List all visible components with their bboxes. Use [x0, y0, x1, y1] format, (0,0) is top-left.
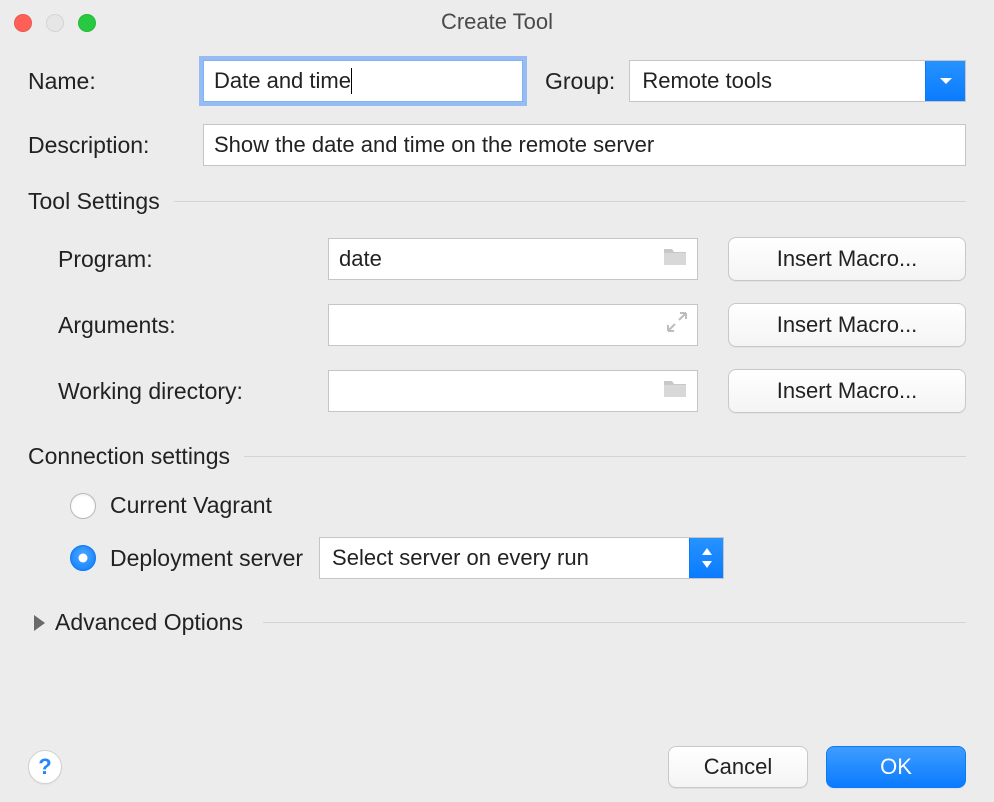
- zoom-window-button[interactable]: [78, 14, 96, 32]
- description-input[interactable]: Show the date and time on the remote ser…: [203, 124, 966, 166]
- folder-icon[interactable]: [662, 377, 688, 405]
- description-value: Show the date and time on the remote ser…: [214, 132, 654, 158]
- connection-settings-title: Connection settings: [28, 443, 230, 470]
- group-value: Remote tools: [630, 61, 925, 101]
- name-input[interactable]: Date and time: [203, 60, 523, 102]
- program-label: Program:: [28, 246, 328, 273]
- deployment-server-select[interactable]: Select server on every run: [319, 537, 724, 579]
- help-button[interactable]: ?: [28, 750, 62, 784]
- radio-deployment-server-label: Deployment server: [110, 545, 303, 572]
- cancel-button[interactable]: Cancel: [668, 746, 808, 788]
- arguments-label: Arguments:: [28, 312, 328, 339]
- window-controls: [14, 14, 96, 32]
- titlebar: Create Tool: [0, 0, 994, 44]
- window-title: Create Tool: [441, 0, 553, 44]
- insert-macro-program-button[interactable]: Insert Macro...: [728, 237, 966, 281]
- dialog-footer: ? Cancel OK: [28, 746, 966, 788]
- close-window-button[interactable]: [14, 14, 32, 32]
- folder-icon[interactable]: [662, 245, 688, 273]
- group-select[interactable]: Remote tools: [629, 60, 966, 102]
- section-divider: [174, 201, 966, 202]
- radio-current-vagrant[interactable]: [70, 493, 96, 519]
- tool-settings-title: Tool Settings: [28, 188, 160, 215]
- advanced-options-title: Advanced Options: [55, 609, 243, 636]
- deployment-server-value: Select server on every run: [320, 538, 689, 578]
- program-input[interactable]: date: [328, 238, 698, 280]
- chevron-down-icon: [925, 61, 965, 101]
- section-divider: [263, 622, 966, 623]
- name-label: Name:: [28, 68, 203, 95]
- program-value: date: [339, 246, 382, 272]
- insert-macro-arguments-button[interactable]: Insert Macro...: [728, 303, 966, 347]
- chevrons-up-down-icon: [689, 538, 723, 578]
- minimize-window-button[interactable]: [46, 14, 64, 32]
- workdir-label: Working directory:: [28, 378, 328, 405]
- text-caret: [351, 68, 352, 94]
- section-divider: [244, 456, 966, 457]
- dialog-content: Name: Date and time Group: Remote tools …: [0, 44, 994, 658]
- create-tool-dialog: Create Tool Name: Date and time Group: R…: [0, 0, 994, 802]
- name-value: Date and time: [214, 68, 351, 94]
- workdir-input[interactable]: [328, 370, 698, 412]
- radio-deployment-server[interactable]: [70, 545, 96, 571]
- radio-current-vagrant-label: Current Vagrant: [110, 492, 272, 519]
- group-label: Group:: [545, 68, 615, 95]
- disclosure-triangle-icon[interactable]: [34, 615, 45, 631]
- insert-macro-workdir-button[interactable]: Insert Macro...: [728, 369, 966, 413]
- expand-icon[interactable]: [666, 311, 688, 339]
- description-label: Description:: [28, 132, 203, 159]
- arguments-input[interactable]: [328, 304, 698, 346]
- ok-button[interactable]: OK: [826, 746, 966, 788]
